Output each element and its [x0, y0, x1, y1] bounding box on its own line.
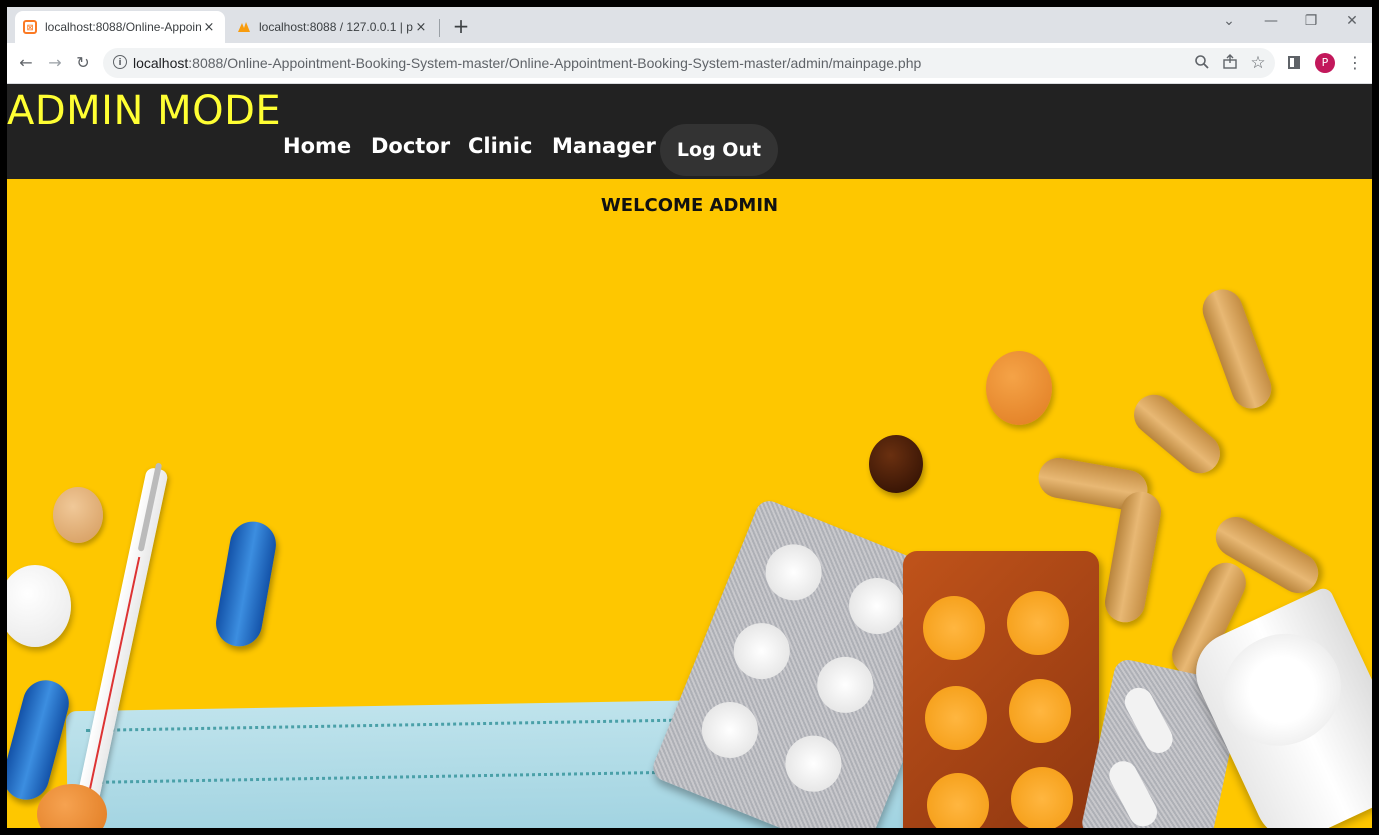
tan-pill — [53, 487, 103, 543]
web-page: ADMIN MODE Home Doctor Clinic Manager Lo… — [7, 84, 1372, 828]
xampp-icon: ⊠ — [23, 20, 37, 34]
share-icon[interactable] — [1221, 54, 1239, 72]
nav-doctor[interactable]: Doctor — [371, 134, 450, 158]
menu-icon[interactable]: ⋮ — [1347, 53, 1363, 73]
close-tab-icon[interactable]: × — [201, 20, 217, 35]
minimize-icon[interactable]: — — [1259, 13, 1283, 29]
url-host: localhost — [133, 55, 189, 71]
tan-capsule — [1101, 488, 1165, 626]
tan-capsule — [1125, 386, 1229, 482]
welcome-heading: WELCOME ADMIN — [600, 195, 779, 216]
orange-round-pill — [986, 351, 1052, 425]
nav-clinic[interactable]: Clinic — [468, 134, 532, 158]
tab-phpmyadmin[interactable]: localhost:8088 / 127.0.0.1 | phpM × — [229, 11, 437, 43]
orange-blister-pack — [903, 551, 1099, 828]
back-icon[interactable]: ← — [14, 51, 38, 75]
reload-icon[interactable]: ↻ — [71, 51, 95, 75]
site-info-icon[interactable]: i — [113, 55, 127, 69]
forward-icon[interactable]: → — [43, 51, 67, 75]
bookmark-star-icon[interactable]: ☆ — [1249, 54, 1267, 72]
tab-search-icon[interactable]: ⌄ — [1217, 13, 1241, 29]
profile-avatar[interactable]: P — [1315, 53, 1335, 73]
blue-capsule — [212, 517, 280, 651]
zoom-icon[interactable] — [1193, 54, 1211, 72]
side-panel-icon[interactable] — [1288, 56, 1300, 69]
nav-manager[interactable]: Manager — [552, 134, 656, 158]
tab-strip: ⊠ localhost:8088/Online-Appointm × local… — [7, 7, 1372, 43]
tab-active[interactable]: ⊠ localhost:8088/Online-Appointm × — [15, 11, 225, 43]
browser-window: ⊠ localhost:8088/Online-Appointm × local… — [7, 7, 1372, 828]
url-path: :8088/Online-Appointment-Booking-System-… — [188, 55, 922, 71]
hero-banner: WELCOME ADMIN — [7, 179, 1372, 828]
tan-capsule — [1197, 283, 1277, 415]
nav-home[interactable]: Home — [283, 134, 351, 158]
new-tab-button[interactable]: + — [449, 15, 473, 39]
tab-separator — [439, 19, 440, 37]
logout-button[interactable]: Log Out — [660, 124, 778, 176]
white-tablet — [7, 565, 71, 647]
site-header: ADMIN MODE Home Doctor Clinic Manager Lo… — [7, 84, 1372, 179]
address-bar[interactable]: i localhost:8088/Online-Appointment-Book… — [103, 48, 1275, 78]
phpmyadmin-icon — [237, 20, 251, 34]
brown-pill — [869, 435, 923, 493]
tab-title: localhost:8088 / 127.0.0.1 | phpM — [259, 20, 413, 34]
close-tab-icon[interactable]: × — [413, 20, 429, 35]
tab-title: localhost:8088/Online-Appointm — [45, 20, 201, 34]
screenshot-frame: ⊠ localhost:8088/Online-Appointm × local… — [0, 0, 1379, 835]
site-brand: ADMIN MODE — [7, 88, 282, 134]
browser-toolbar: ← → ↻ i localhost:8088/Online-Appointmen… — [7, 43, 1372, 84]
window-close-icon[interactable]: ✕ — [1340, 13, 1364, 29]
url-text[interactable]: localhost:8088/Online-Appointment-Bookin… — [133, 55, 921, 71]
restore-icon[interactable]: ❐ — [1299, 13, 1323, 29]
